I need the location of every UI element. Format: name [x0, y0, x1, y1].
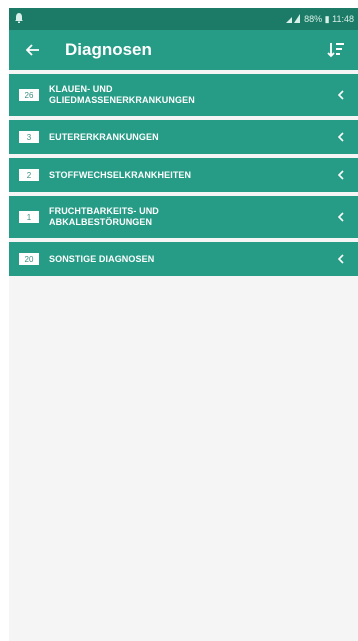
category-label: KLAUEN- UND GLIEDMASSENERKRANKUNGEN: [49, 84, 334, 106]
diagnosis-category-list: 26 KLAUEN- UND GLIEDMASSENERKRANKUNGEN 3…: [9, 74, 358, 276]
status-text: 88% ▮ 11:48: [304, 13, 354, 24]
sort-button[interactable]: [322, 36, 350, 64]
category-label-line1: KLAUEN- UND: [49, 84, 113, 94]
chevron-left-icon: [334, 168, 348, 182]
count-badge: 26: [19, 89, 39, 101]
signal-icon: [286, 13, 301, 25]
sort-icon: [327, 43, 344, 58]
category-row-klauen[interactable]: 26 KLAUEN- UND GLIEDMASSENERKRANKUNGEN: [9, 74, 358, 116]
count-badge: 20: [19, 253, 39, 265]
category-label: FRUCHTBARKEITS- UND ABKALBESTÖRUNGEN: [49, 206, 334, 228]
category-row-fruchtbarkeit[interactable]: 1 FRUCHTBARKEITS- UND ABKALBESTÖRUNGEN: [9, 196, 358, 238]
status-right: 88% ▮ 11:48: [286, 13, 354, 25]
toolbar: Diagnosen: [9, 30, 358, 70]
category-label-line2: GLIEDMASSENERKRANKUNGEN: [49, 95, 195, 105]
chevron-left-icon: [334, 130, 348, 144]
page-title: Diagnosen: [65, 40, 152, 59]
chevron-left-icon: [334, 210, 348, 224]
notification-icon: [15, 13, 23, 25]
category-label-line1: FRUCHTBARKEITS- UND: [49, 206, 159, 216]
category-row-stoffwechsel[interactable]: 2 STOFFWECHSELKRANKHEITEN: [9, 158, 358, 192]
count-badge: 3: [19, 131, 39, 143]
arrow-back-icon: [26, 44, 39, 56]
chevron-left-icon: [334, 252, 348, 266]
status-left: [15, 13, 23, 25]
app-screen: 88% ▮ 11:48 Diagnosen 26 KLAUEN- UND GLI…: [9, 8, 358, 641]
category-row-sonstige[interactable]: 20 SONSTIGE DIAGNOSEN: [9, 242, 358, 276]
category-label: EUTERERKRANKUNGEN: [49, 131, 159, 142]
category-label: SONSTIGE DIAGNOSEN: [49, 253, 155, 264]
category-row-euter[interactable]: 3 EUTERERKRANKUNGEN: [9, 120, 358, 154]
back-button[interactable]: [19, 36, 47, 64]
chevron-left-icon: [334, 88, 348, 102]
category-label: STOFFWECHSELKRANKHEITEN: [49, 169, 192, 180]
count-badge: 2: [19, 169, 39, 181]
status-bar: 88% ▮ 11:48: [9, 8, 358, 30]
category-label-line2: ABKALBESTÖRUNGEN: [49, 217, 153, 227]
count-badge: 1: [19, 211, 39, 223]
